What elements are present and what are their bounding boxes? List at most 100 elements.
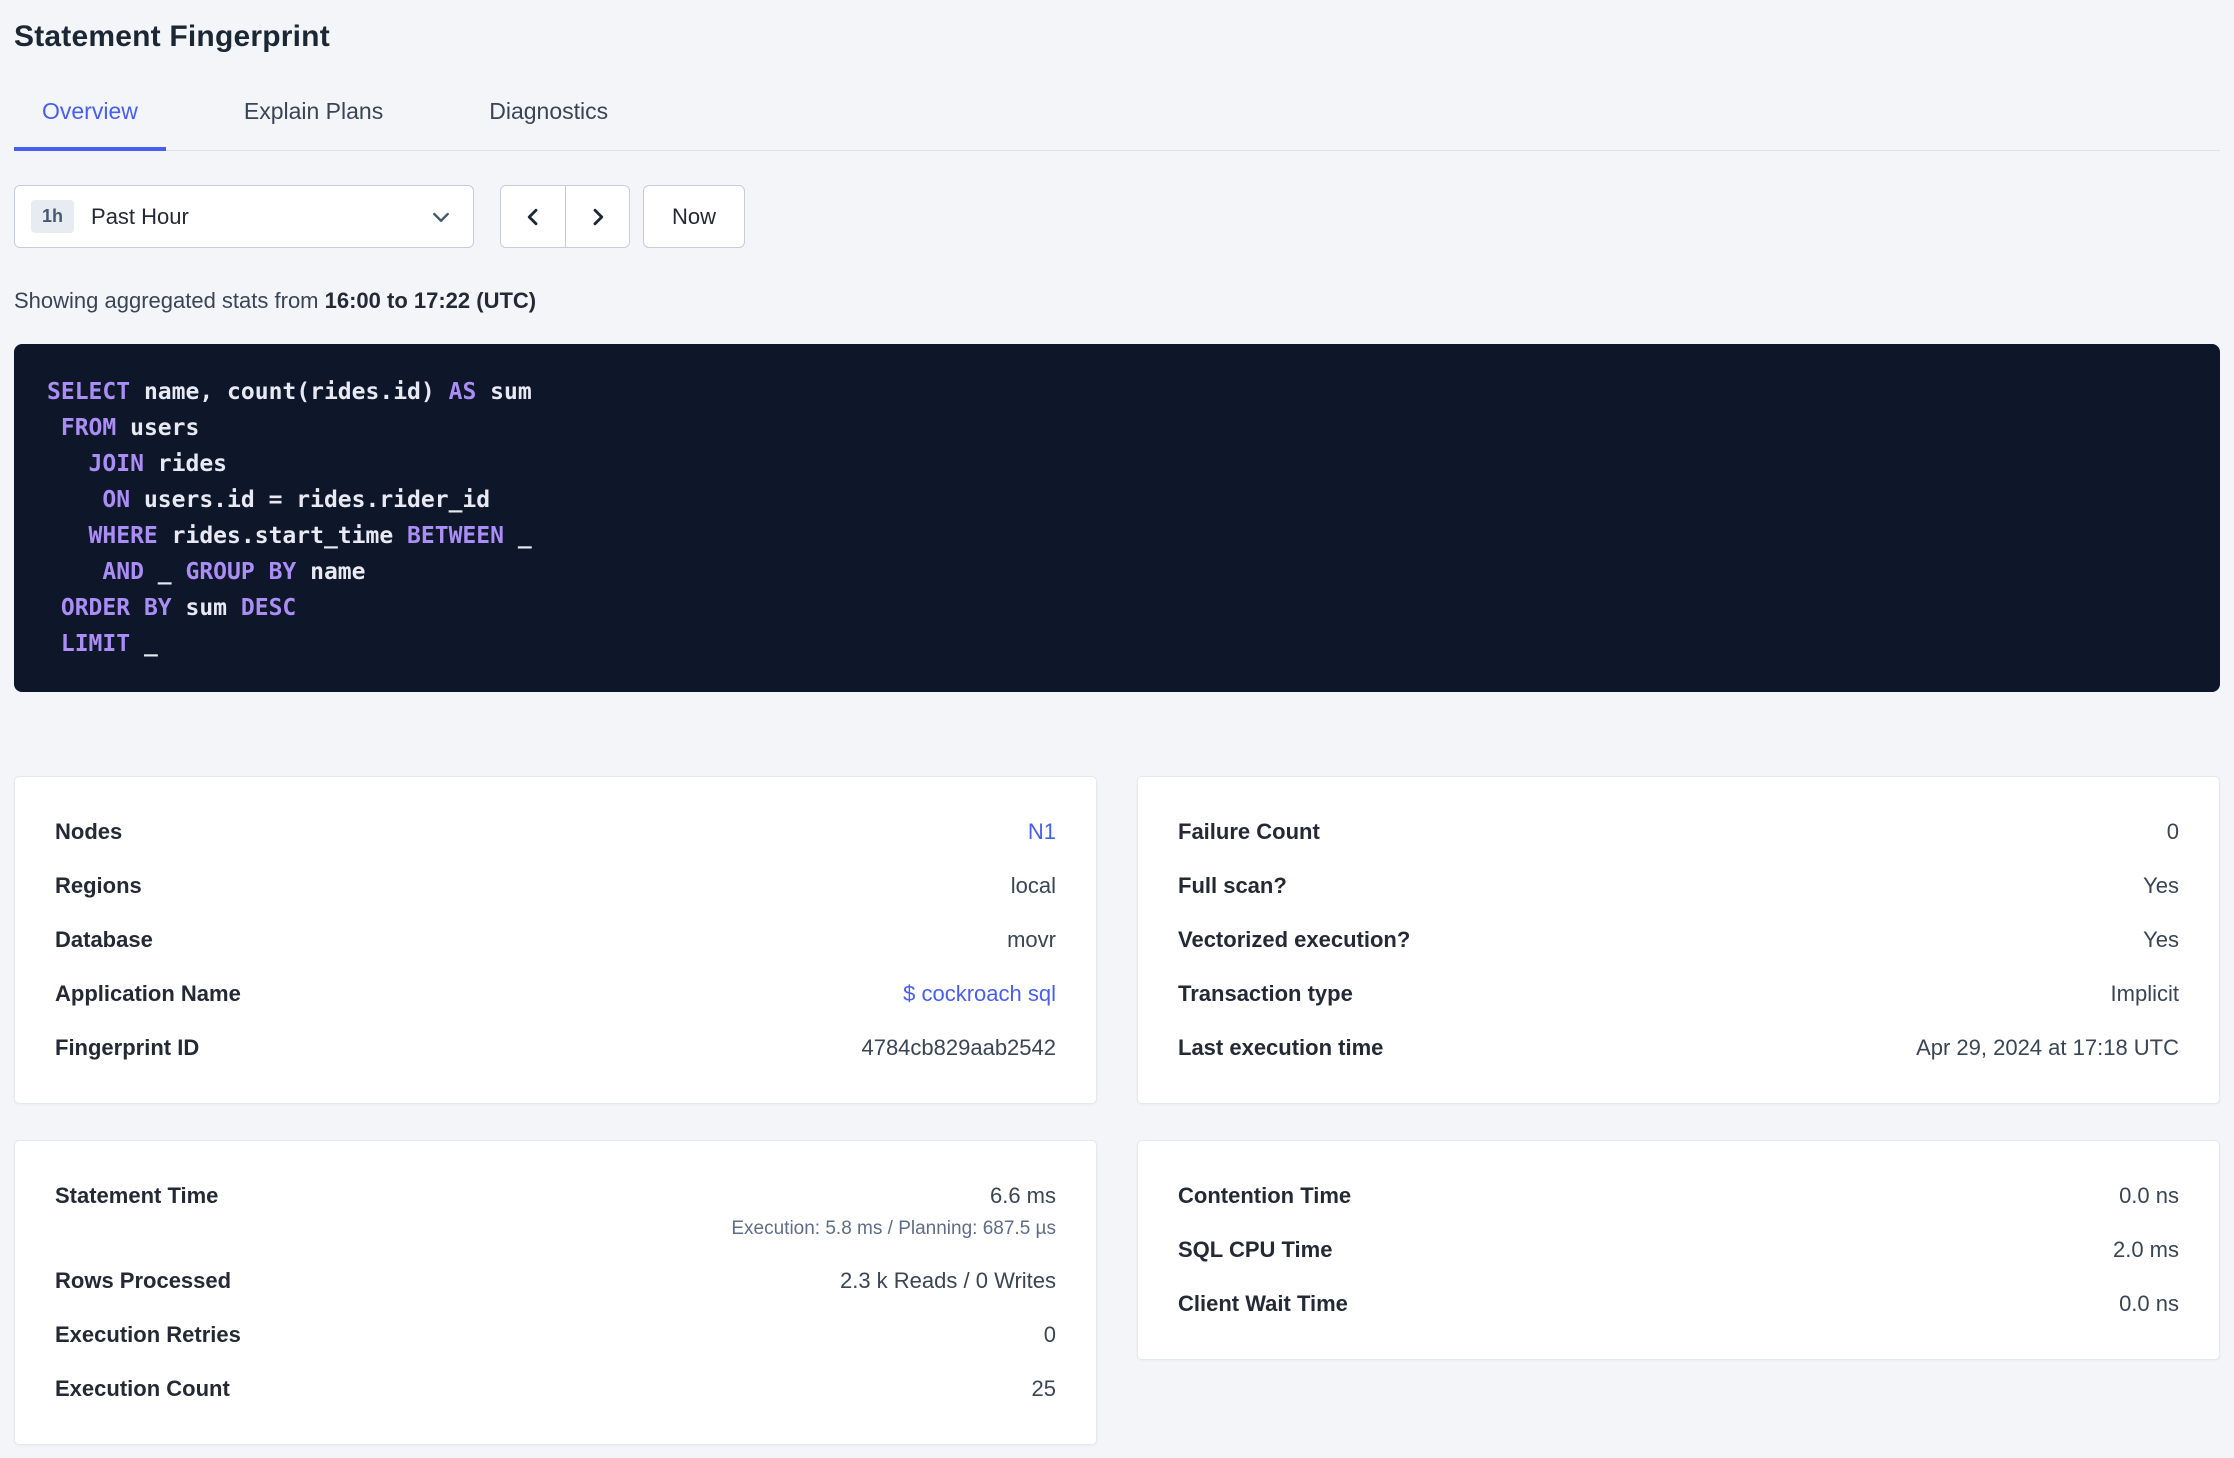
row-label: Client Wait Time [1178, 1291, 1348, 1316]
row-value-link[interactable]: $ cockroach sql [903, 981, 1056, 1006]
card-row: Vectorized execution? Yes [1178, 913, 2179, 967]
row-value-group: 2.3 k Reads / 0 Writes [840, 1268, 1056, 1294]
row-value: 4784cb829aab2542 [861, 1035, 1056, 1060]
card-row: Regions local [55, 859, 1056, 913]
row-value-group: local [1011, 873, 1056, 899]
row-value-group: Yes [2143, 873, 2179, 899]
row-value-group: 0 [2167, 819, 2179, 845]
row-value: 25 [1031, 1376, 1056, 1401]
card-row: Fingerprint ID 4784cb829aab2542 [55, 1021, 1056, 1075]
chevron-down-icon [433, 212, 449, 222]
timing-cards-row: Statement Time 6.6 ms Execution: 5.8 ms / … [14, 1140, 2220, 1445]
card-row: Database movr [55, 913, 1056, 967]
row-value: 0.0 ns [2119, 1183, 2179, 1208]
tab-explain-plans[interactable]: Explain Plans [216, 84, 411, 151]
row-label: Database [55, 927, 153, 952]
card-row: Failure Count 0 [1178, 805, 2179, 859]
card-rows: Failure Count 0 Full scan? Yes Vectorized ex… [1178, 805, 2179, 1075]
row-value: 0.0 ns [2119, 1291, 2179, 1316]
row-label: Full scan? [1178, 873, 1287, 898]
card-row: Transaction type Implicit [1178, 967, 2179, 1021]
row-label: Nodes [55, 819, 123, 844]
row-label: Last execution time [1178, 1035, 1384, 1060]
row-label: SQL CPU Time [1178, 1237, 1333, 1262]
row-value-group: N1 [1028, 819, 1056, 845]
row-label: Application Name [55, 981, 241, 1006]
row-value-group: Yes [2143, 927, 2179, 953]
row-value-group: Implicit [2111, 981, 2179, 1007]
row-label: Transaction type [1178, 981, 1353, 1006]
sql-line: JOIN rides [88, 451, 228, 477]
row-value-group: 0 [1044, 1322, 1056, 1348]
stats-line-prefix: Showing aggregated stats from [14, 288, 325, 313]
row-value-group: 0.0 ns [2119, 1183, 2179, 1209]
row-value: local [1010, 873, 1056, 898]
card-row: Full scan? Yes [1178, 859, 2179, 913]
sql-line: WHERE rides.start_time BETWEEN _ [88, 523, 532, 549]
row-label: Contention Time [1178, 1183, 1352, 1208]
time-nav-button-group [500, 185, 630, 248]
card-row: Contention Time 0.0 ns [1178, 1169, 2179, 1223]
card-rows: Contention Time 0.0 ns SQL CPU Time 2.0 ms C… [1178, 1169, 2179, 1331]
summary-cards-row: Nodes N1 Regions local Database movr Applicati… [14, 776, 2220, 1104]
card-row: Nodes N1 [55, 805, 1056, 859]
sql-line: SELECT name, count(rides.id) AS sum [47, 379, 532, 405]
row-label: Rows Processed [55, 1268, 232, 1293]
sql-line: ORDER BY sum DESC [60, 595, 297, 621]
row-subvalue: Execution: 5.8 ms / Planning: 687.5 µs [731, 1218, 1056, 1239]
row-value-group: 2.0 ms [2113, 1237, 2179, 1263]
timing-card-left: Statement Time 6.6 ms Execution: 5.8 ms / … [14, 1140, 1097, 1445]
sql-line: AND _ GROUP BY name [102, 559, 366, 585]
time-controls: 1h Past Hour Now [14, 185, 2220, 248]
row-value-group: 4784cb829aab2542 [861, 1035, 1056, 1061]
card-row: Rows Processed 2.3 k Reads / 0 Writes [55, 1254, 1056, 1308]
row-value: 0 [2166, 819, 2179, 844]
card-row: SQL CPU Time 2.0 ms [1178, 1223, 2179, 1277]
aggregated-stats-line: Showing aggregated stats from 16:00 to 1… [14, 288, 2220, 314]
time-range-label: Past Hour [91, 203, 189, 229]
statement-fingerprint-page: Statement Fingerprint Overview Explain Pl… [0, 0, 2234, 1445]
row-value: Yes [2143, 927, 2179, 952]
row-value-group: 0.0 ns [2119, 1291, 2179, 1317]
time-range-badge: 1h [31, 200, 75, 233]
sql-line: FROM users [60, 415, 200, 441]
time-range-dropdown[interactable]: 1h Past Hour [14, 185, 474, 248]
row-value: Implicit [2110, 981, 2179, 1006]
now-button[interactable]: Now [643, 185, 746, 248]
row-value-group: 6.6 ms Execution: 5.8 ms / Planning: 687.… [731, 1183, 1056, 1240]
row-value-group: movr [1007, 927, 1056, 953]
row-label: Execution Count [55, 1376, 230, 1401]
row-label: Statement Time [55, 1183, 219, 1208]
chevron-left-icon [527, 208, 538, 225]
row-value-group: 25 [1032, 1376, 1056, 1402]
card-row: Last execution time Apr 29, 2024 at 17:18… [1178, 1021, 2179, 1075]
card-rows: Statement Time 6.6 ms Execution: 5.8 ms / … [55, 1169, 1056, 1416]
overview-card-left: Nodes N1 Regions local Database movr Applicati… [14, 776, 1097, 1104]
row-value: Apr 29, 2024 at 17:18 UTC [1916, 1035, 2179, 1060]
sql-line: ON users.id = rides.rider_id [102, 487, 491, 513]
card-rows: Nodes N1 Regions local Database movr Applicati… [55, 805, 1056, 1075]
prev-time-button[interactable] [501, 186, 565, 247]
row-value-group: $ cockroach sql [903, 981, 1056, 1007]
sql-line: LIMIT _ [60, 631, 158, 657]
card-row: Client Wait Time 0.0 ns [1178, 1277, 2179, 1331]
row-label: Regions [55, 873, 142, 898]
row-label: Failure Count [1178, 819, 1320, 844]
row-value: 6.6 ms [989, 1183, 1056, 1208]
row-value: 0 [1043, 1322, 1056, 1347]
sql-statement-box: SELECT name, count(rides.id) AS sum FROM… [14, 344, 2220, 692]
row-value: Yes [2143, 873, 2179, 898]
next-time-button[interactable] [565, 186, 629, 247]
page-title: Statement Fingerprint [14, 20, 330, 53]
tab-overview[interactable]: Overview [14, 84, 166, 151]
stats-line-range: 16:00 to 17:22 (UTC) [324, 288, 537, 313]
card-row: Execution Count 25 [55, 1362, 1056, 1416]
card-row: Statement Time 6.6 ms Execution: 5.8 ms / … [55, 1169, 1056, 1254]
tab-diagnostics[interactable]: Diagnostics [461, 84, 636, 151]
row-value: 2.0 ms [2112, 1237, 2179, 1262]
overview-card-right: Failure Count 0 Full scan? Yes Vectorized ex… [1137, 776, 2220, 1104]
tab-bar: Overview Explain Plans Diagnostics [14, 84, 2220, 151]
row-value-link[interactable]: N1 [1028, 819, 1056, 844]
row-value-group: Apr 29, 2024 at 17:18 UTC [1916, 1035, 2179, 1061]
row-value: movr [1007, 927, 1056, 952]
